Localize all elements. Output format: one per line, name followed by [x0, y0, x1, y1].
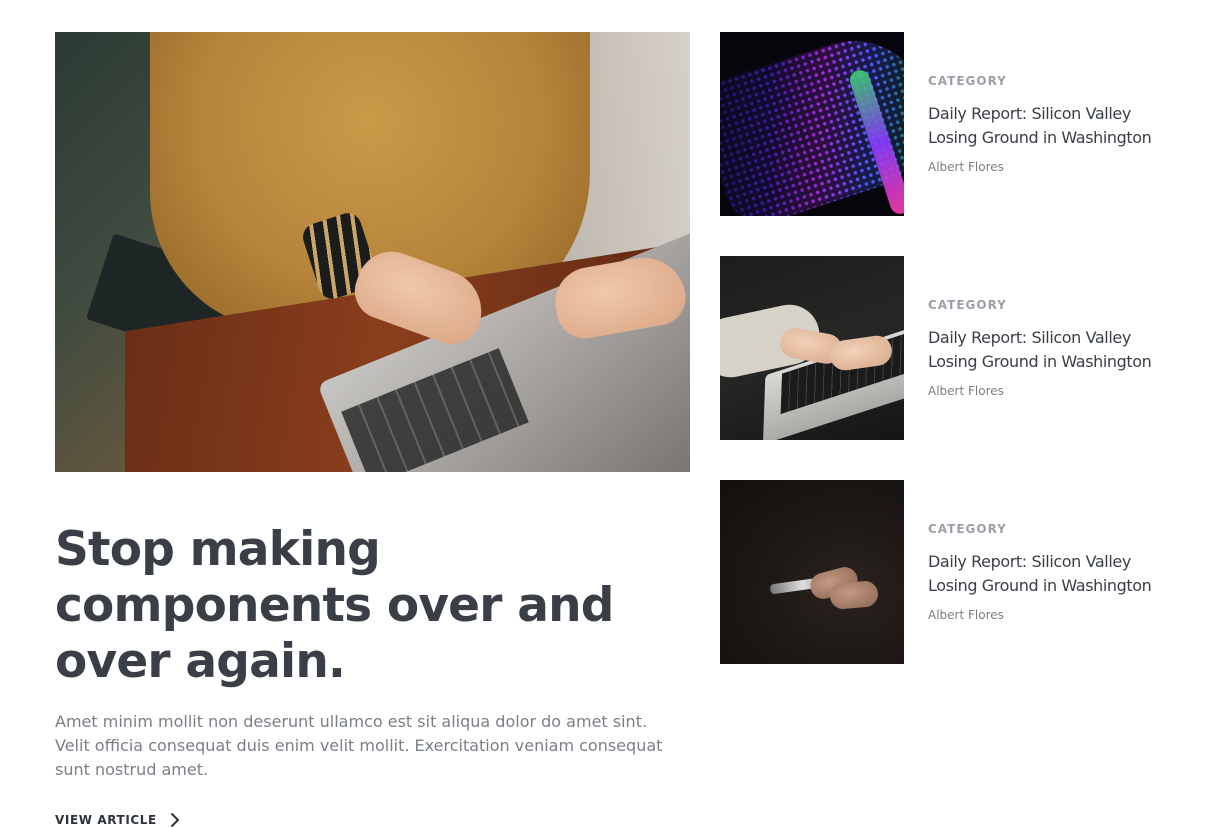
featured-image[interactable] [55, 32, 690, 472]
featured-headline[interactable]: Stop making components over and over aga… [55, 522, 690, 690]
side-article-body: CATEGORY Daily Report: Silicon Valley Lo… [904, 256, 1170, 440]
featured-summary: Amet minim mollit non deserunt ullamco e… [55, 712, 663, 779]
side-article-list: CATEGORY Daily Report: Silicon Valley Lo… [720, 32, 1170, 704]
side-article-image[interactable] [720, 32, 904, 216]
chevron-right-icon [170, 813, 179, 827]
side-article-body: CATEGORY Daily Report: Silicon Valley Lo… [904, 32, 1170, 216]
article-category[interactable]: CATEGORY [928, 298, 1170, 312]
article-author[interactable]: Albert Flores [928, 384, 1170, 398]
view-article-link[interactable]: VIEW ARTICLE [55, 812, 183, 828]
article-author[interactable]: Albert Flores [928, 608, 1170, 622]
side-article-image[interactable] [720, 480, 904, 664]
side-article-image[interactable] [720, 256, 904, 440]
article-category[interactable]: CATEGORY [928, 522, 1170, 536]
article-title[interactable]: Daily Report: Silicon Valley Losing Grou… [928, 326, 1170, 374]
featured-article: Stop making components over and over aga… [55, 32, 690, 828]
article-category[interactable]: CATEGORY [928, 74, 1170, 88]
view-article-label: VIEW ARTICLE [55, 813, 157, 827]
side-article-card[interactable]: CATEGORY Daily Report: Silicon Valley Lo… [720, 256, 1170, 440]
article-title[interactable]: Daily Report: Silicon Valley Losing Grou… [928, 102, 1170, 150]
side-article-body: CATEGORY Daily Report: Silicon Valley Lo… [904, 480, 1170, 664]
article-author[interactable]: Albert Flores [928, 160, 1170, 174]
article-title[interactable]: Daily Report: Silicon Valley Losing Grou… [928, 550, 1170, 598]
side-article-card[interactable]: CATEGORY Daily Report: Silicon Valley Lo… [720, 32, 1170, 216]
blog-section: Stop making components over and over aga… [55, 32, 1170, 827]
side-article-card[interactable]: CATEGORY Daily Report: Silicon Valley Lo… [720, 480, 1170, 664]
